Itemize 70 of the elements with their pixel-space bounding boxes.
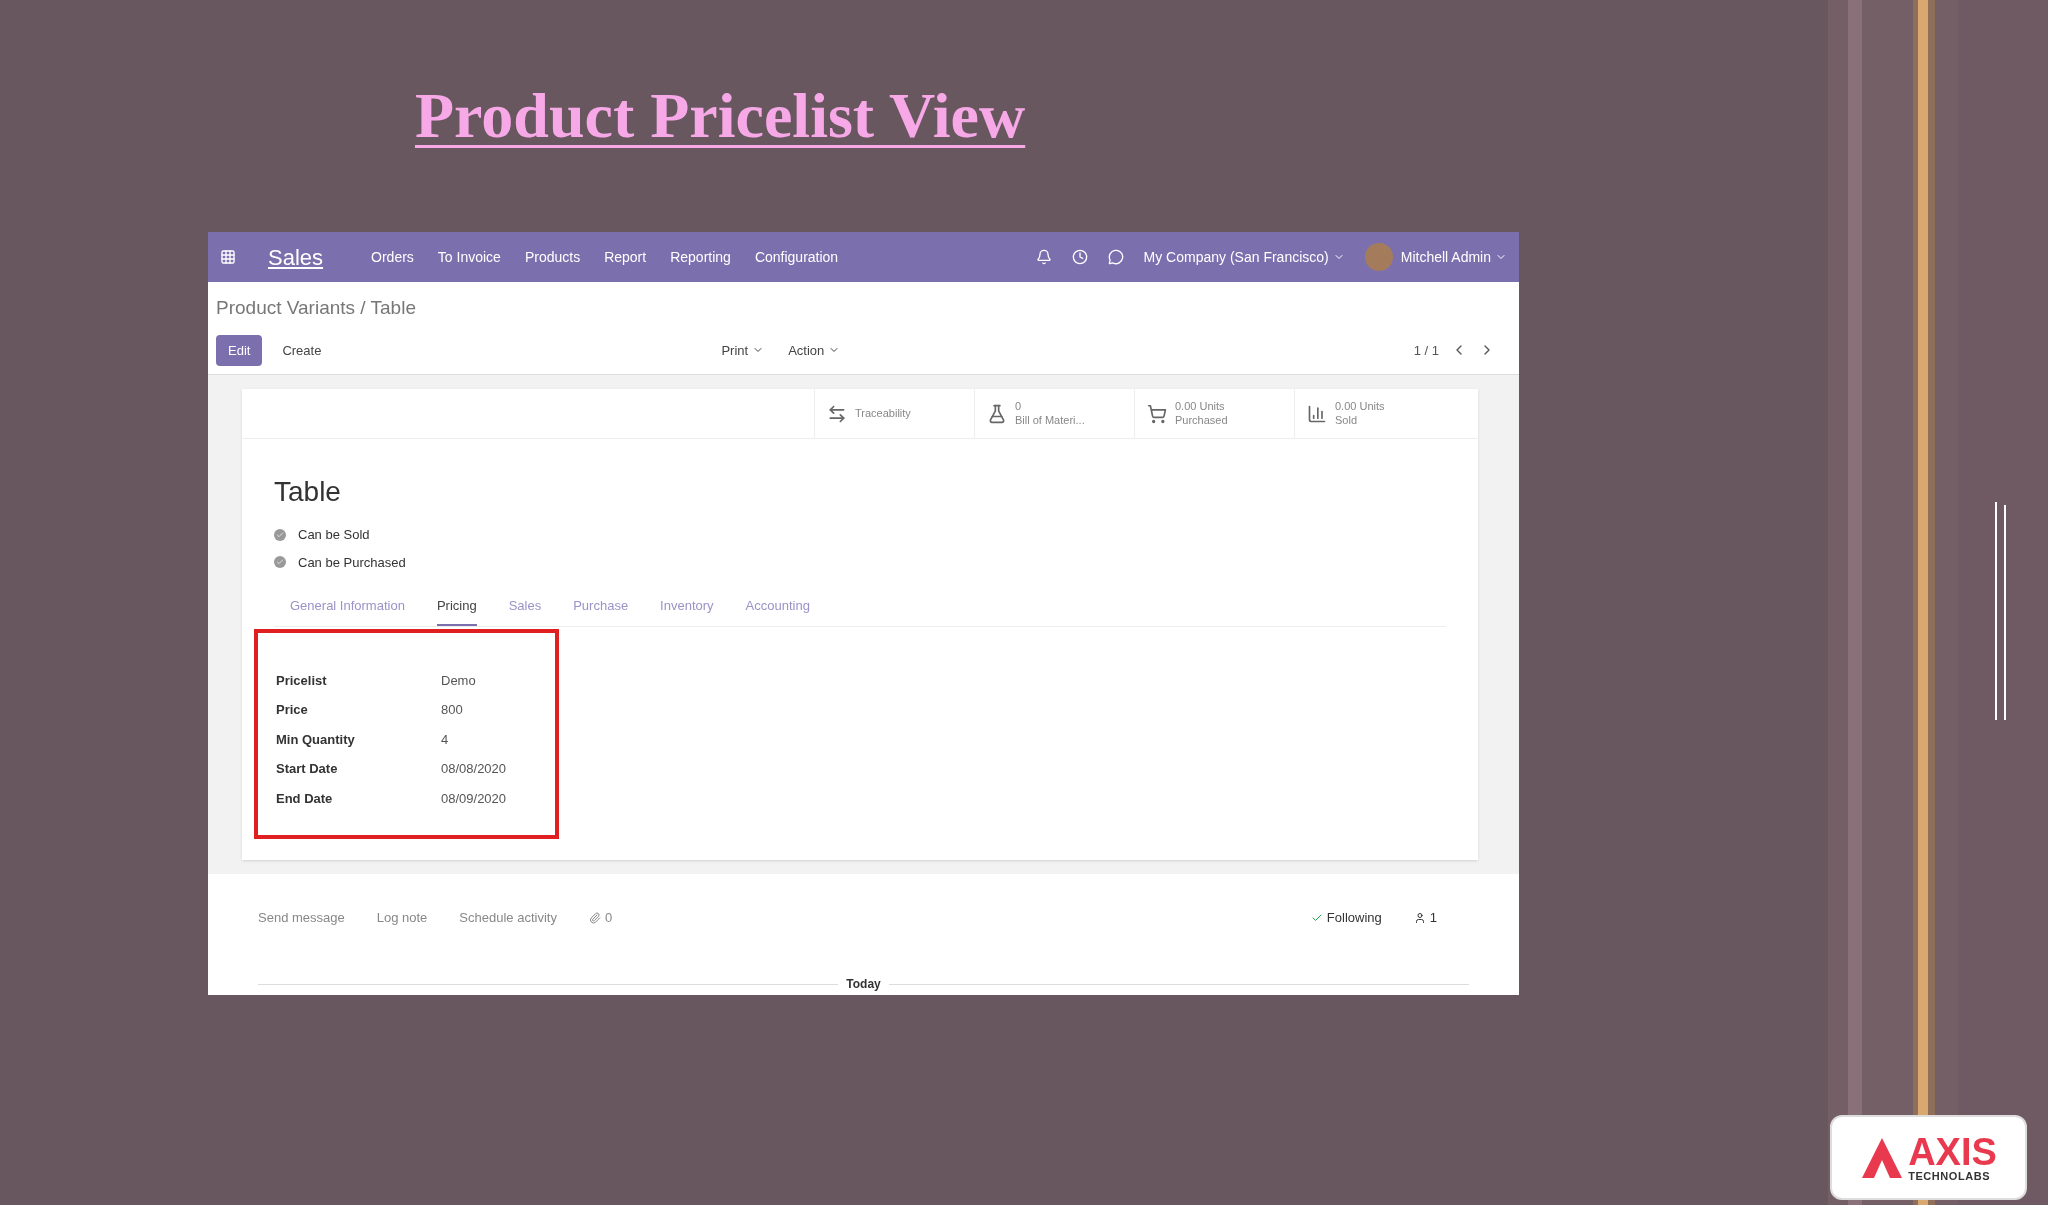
smart-button[interactable]: 0.00 Units Sold: [1294, 389, 1454, 438]
stat-label: Traceability: [855, 406, 911, 421]
menu-item[interactable]: To Invoice: [437, 246, 501, 268]
chatter-action[interactable]: Schedule activity: [459, 908, 557, 928]
flask-icon: [987, 403, 1007, 424]
menu-item[interactable]: Report: [604, 246, 647, 268]
field-label: Start Date: [276, 760, 339, 778]
checkbox[interactable]: [274, 528, 286, 541]
stat-value: 0.00 Units: [1175, 399, 1226, 414]
clock-icon[interactable]: [1071, 249, 1088, 265]
field-value: 4: [441, 730, 449, 749]
followers-button[interactable]: 1: [1413, 908, 1437, 928]
tab[interactable]: Purchase: [573, 596, 629, 626]
stat-label: Sold: [1335, 413, 1359, 428]
smart-button[interactable]: 0.00 Units Purchased: [1134, 389, 1294, 438]
arrows-icon: [827, 403, 847, 424]
field-value: Demo: [441, 671, 476, 690]
bell-icon[interactable]: [1035, 249, 1052, 265]
following-button[interactable]: Following: [1310, 908, 1382, 928]
dropdown-button[interactable]: Print: [713, 334, 773, 366]
dropdown-button[interactable]: Action: [780, 334, 849, 366]
checkbox[interactable]: [274, 556, 286, 569]
date-separator: Today: [846, 976, 881, 993]
avatar: [1364, 243, 1393, 271]
stat-value: 0.00 Units: [1335, 399, 1385, 414]
menu-item[interactable]: Orders: [371, 246, 414, 268]
tab[interactable]: Inventory: [660, 596, 714, 626]
tab[interactable]: General Information: [290, 596, 405, 626]
breadcrumb[interactable]: Product Variants / Table: [216, 294, 1511, 323]
field-label: Min Quantity: [276, 730, 356, 749]
pager: 1 / 1: [1413, 341, 1439, 360]
company-switcher[interactable]: My Company (San Francisco): [1143, 246, 1345, 268]
record-title: Table: [274, 475, 342, 509]
cart-icon: [1147, 403, 1167, 424]
field-value: 08/08/2020: [441, 760, 507, 778]
field-label: End Date: [276, 789, 334, 808]
menu-item[interactable]: Configuration: [754, 246, 839, 268]
create-button[interactable]: Create: [270, 334, 334, 366]
check-icon: [276, 530, 284, 539]
app-name[interactable]: Sales: [268, 240, 324, 274]
stat-value: 0: [1015, 399, 1023, 414]
field-value: 800: [441, 701, 463, 719]
attachments-button[interactable]: 0: [588, 908, 613, 928]
checkbox-label: Can be Purchased: [298, 553, 406, 572]
person-icon: [1413, 911, 1426, 924]
tab[interactable]: Sales: [508, 596, 542, 626]
checkbox-label: Can be Sold: [298, 526, 370, 544]
menu-item[interactable]: Reporting: [670, 246, 731, 268]
tab[interactable]: Accounting: [745, 596, 810, 626]
menu-item[interactable]: Products: [524, 246, 581, 268]
paperclip-icon: [588, 911, 601, 924]
field-label: Pricelist: [276, 671, 328, 690]
smart-button[interactable]: Traceability: [814, 389, 974, 438]
chatter-action[interactable]: Log note: [376, 908, 428, 928]
logo-tagline: TECHNOLABS: [1908, 1171, 1992, 1182]
logo-name: AXIS: [1908, 1133, 1997, 1171]
bar-chart-icon: [1307, 403, 1327, 424]
stat-label: Purchased: [1175, 413, 1228, 428]
smart-button[interactable]: 0 Bill of Materi...: [974, 389, 1134, 438]
field-label: Price: [276, 701, 309, 719]
user-menu[interactable]: Mitchell Admin: [1400, 246, 1507, 268]
stat-label: Bill of Materi...: [1015, 413, 1085, 428]
edit-button[interactable]: Edit: [216, 334, 263, 366]
check-icon: [276, 558, 284, 567]
chatter-action[interactable]: Send message: [258, 908, 345, 928]
slide-title: Product Pricelist View: [415, 84, 1026, 148]
chat-icon[interactable]: [1107, 249, 1124, 265]
field-value: 08/09/2020: [441, 789, 507, 808]
tab[interactable]: Pricing: [436, 596, 477, 626]
apps-menu-icon[interactable]: [220, 249, 236, 265]
